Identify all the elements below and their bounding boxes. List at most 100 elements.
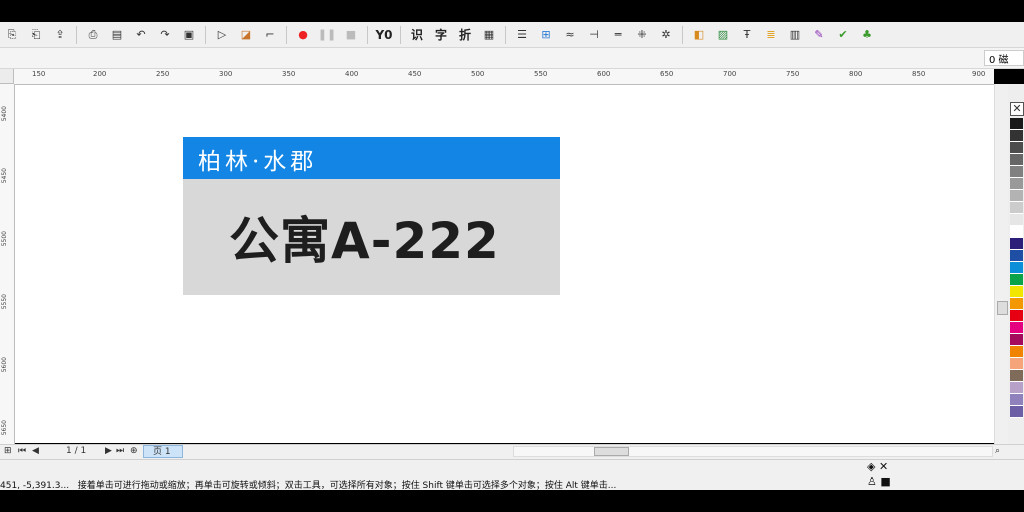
layout-icon[interactable]: ▦ xyxy=(480,26,498,44)
color-swatch[interactable] xyxy=(1010,250,1023,262)
color-palette: ✕ xyxy=(1008,84,1024,444)
standard-toolbar: ⎘ ⎗ ⇪ ⎙ ▤ ↶ ↷ ▣ ▷ ◪ ⌐ ● ❚❚ ■ Y0 识 字 折 ▦ … xyxy=(0,22,1024,48)
ruler-label: 900 xyxy=(972,70,986,78)
vertical-ruler[interactable]: 5400 5450 5500 5550 5600 5650 xyxy=(0,84,15,444)
color-swatch[interactable] xyxy=(1010,298,1023,310)
distribute-icon[interactable]: ⁜ xyxy=(633,26,651,44)
color-swatch[interactable] xyxy=(1010,118,1023,130)
sign-body[interactable]: 公寓A-222 xyxy=(183,179,560,295)
import-icon[interactable]: ⎘ xyxy=(3,26,21,44)
next-page-icon[interactable]: ▶ xyxy=(105,446,112,456)
swatch-list xyxy=(1008,118,1024,418)
last-page-icon[interactable]: ⏭ xyxy=(116,446,124,456)
ruler-label: 700 xyxy=(723,70,737,78)
ruler-label: 750 xyxy=(786,70,800,78)
settings-icon[interactable]: ✲ xyxy=(657,26,675,44)
play-icon[interactable]: ▷ xyxy=(213,26,231,44)
drawing-canvas[interactable]: 柏林·水郡 公寓A-222 xyxy=(15,85,994,443)
color-swatch[interactable] xyxy=(1010,310,1023,322)
color-swatch[interactable] xyxy=(1010,166,1023,178)
color-swatch[interactable] xyxy=(1010,274,1023,286)
pause-icon[interactable]: ❚❚ xyxy=(318,26,336,44)
page-icon[interactable]: ⊞ xyxy=(4,446,12,456)
stop-icon[interactable]: ■ xyxy=(342,26,360,44)
ruler-label: 5550 xyxy=(1,294,8,310)
paste-icon[interactable]: ▣ xyxy=(180,26,198,44)
color-swatch[interactable] xyxy=(1010,286,1023,298)
publish-icon[interactable]: ⇪ xyxy=(51,26,69,44)
color-swatch[interactable] xyxy=(1010,382,1023,394)
status-bar: 451, -5,391.3... 接着单击可进行拖动或缩放；再单击可旋转或倾斜；… xyxy=(0,459,1024,491)
list-icon[interactable]: ☰ xyxy=(513,26,531,44)
paint-icon[interactable]: ◪ xyxy=(237,26,255,44)
color-swatch[interactable] xyxy=(1010,358,1023,370)
fold-button[interactable]: 折 xyxy=(456,26,474,44)
color-swatch[interactable] xyxy=(1010,394,1023,406)
color-swatch[interactable] xyxy=(1010,262,1023,274)
color-swatch[interactable] xyxy=(1010,142,1023,154)
outline-indicator-icon[interactable]: ♙ ■ xyxy=(867,475,891,488)
ruler-label: 300 xyxy=(219,70,233,78)
page-tab[interactable]: 页 1 xyxy=(143,445,183,458)
first-page-icon[interactable]: ⏮ xyxy=(18,446,26,456)
text-frame-icon[interactable]: Ŧ xyxy=(738,26,756,44)
ruler-label: 650 xyxy=(660,70,674,78)
room-sign[interactable]: 柏林·水郡 公寓A-222 xyxy=(183,137,560,295)
separator xyxy=(400,25,401,44)
undo-icon[interactable]: ↶ xyxy=(132,26,150,44)
scroll-thumb[interactable] xyxy=(997,301,1008,315)
color-swatch[interactable] xyxy=(1010,178,1023,190)
grid-icon[interactable]: ⊞ xyxy=(537,26,555,44)
crop-icon[interactable]: ⌐ xyxy=(261,26,279,44)
horizontal-ruler[interactable]: 150 200 250 300 350 400 450 500 550 600 … xyxy=(14,69,994,85)
vertical-scrollbar[interactable] xyxy=(994,84,1008,444)
sign-header[interactable]: 柏林·水郡 xyxy=(183,137,560,179)
color-swatch[interactable] xyxy=(1010,322,1023,334)
y0-button[interactable]: Y0 xyxy=(375,26,393,44)
no-fill-swatch[interactable]: ✕ xyxy=(1010,102,1024,116)
prev-page-icon[interactable]: ◀ xyxy=(32,446,39,456)
horizontal-scrollbar[interactable] xyxy=(513,446,993,457)
line-icon[interactable]: ═ xyxy=(609,26,627,44)
page-setup-icon[interactable]: ▤ xyxy=(108,26,126,44)
color-swatch[interactable] xyxy=(1010,226,1023,238)
tool-a-icon[interactable]: ✎ xyxy=(810,26,828,44)
ruler-label: 350 xyxy=(282,70,296,78)
tool-c-icon[interactable]: ♣ xyxy=(858,26,876,44)
char-button[interactable]: 字 xyxy=(432,26,450,44)
fill-indicator-icon[interactable]: ◈ ✕ xyxy=(867,460,888,473)
add-page-icon[interactable]: ⊕ xyxy=(130,446,138,456)
ruler-label: 500 xyxy=(471,70,485,78)
image-icon[interactable]: ▨ xyxy=(714,26,732,44)
zoom-icon[interactable]: ⌕ xyxy=(995,446,1000,456)
color-swatch[interactable] xyxy=(1010,202,1023,214)
sign-body-text[interactable]: 公寓A-222 xyxy=(229,201,500,273)
color-swatch[interactable] xyxy=(1010,190,1023,202)
ruler-corner[interactable] xyxy=(0,69,14,84)
color-swatch[interactable] xyxy=(1010,238,1023,250)
color-swatch[interactable] xyxy=(1010,154,1023,166)
ruler-label: 250 xyxy=(156,70,170,78)
color-swatch[interactable] xyxy=(1010,130,1023,142)
align-icon[interactable]: ⊣ xyxy=(585,26,603,44)
export-icon[interactable]: ⎗ xyxy=(27,26,45,44)
ocr-button[interactable]: 识 xyxy=(408,26,426,44)
table-icon[interactable]: ▥ xyxy=(786,26,804,44)
color-swatch[interactable] xyxy=(1010,214,1023,226)
color-swatch[interactable] xyxy=(1010,406,1023,418)
group-icon[interactable]: ◧ xyxy=(690,26,708,44)
record-icon[interactable]: ● xyxy=(294,26,312,44)
scroll-thumb[interactable] xyxy=(594,447,629,456)
tool-b-icon[interactable]: ✔ xyxy=(834,26,852,44)
property-field[interactable]: 0 磁 xyxy=(984,50,1024,66)
color-swatch[interactable] xyxy=(1010,370,1023,382)
print-icon[interactable]: ⎙ xyxy=(84,26,102,44)
ruler-label: 400 xyxy=(345,70,359,78)
stack-icon[interactable]: ≣ xyxy=(762,26,780,44)
ruler-label: 800 xyxy=(849,70,863,78)
redo-icon[interactable]: ↷ xyxy=(156,26,174,44)
sign-header-text[interactable]: 柏林·水郡 xyxy=(198,142,317,176)
color-swatch[interactable] xyxy=(1010,346,1023,358)
color-swatch[interactable] xyxy=(1010,334,1023,346)
wave-icon[interactable]: ≈ xyxy=(561,26,579,44)
